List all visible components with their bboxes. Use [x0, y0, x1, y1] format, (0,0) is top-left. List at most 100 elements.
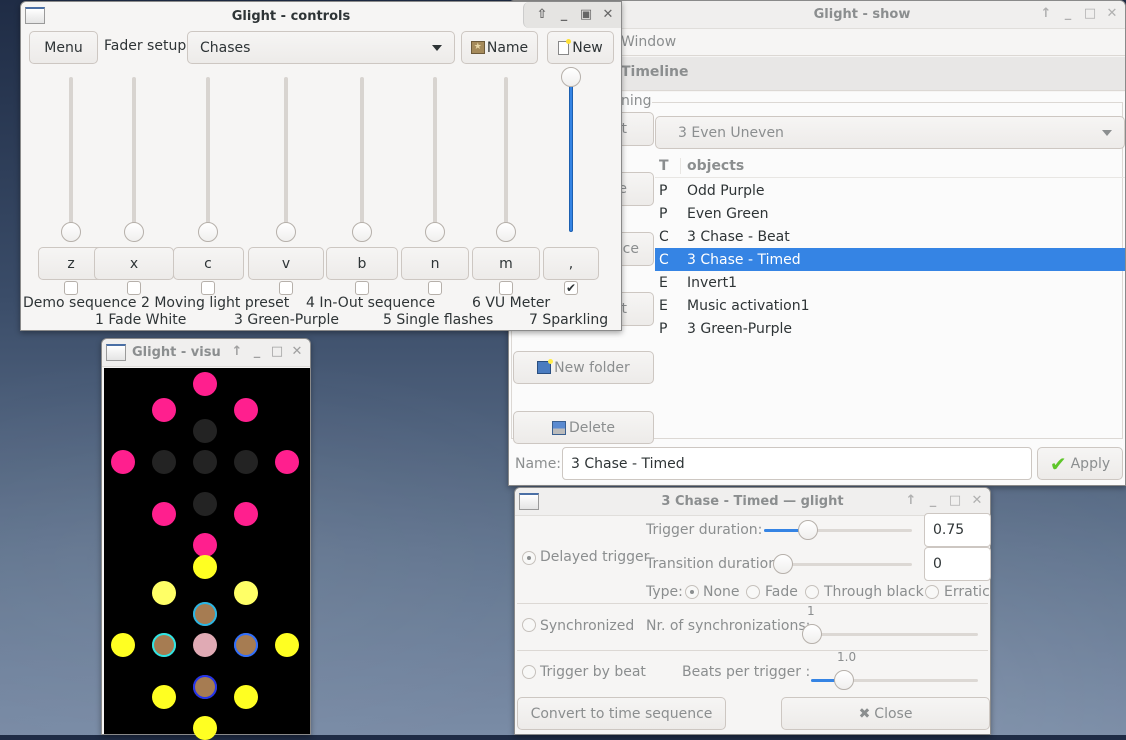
fader-track[interactable] [569, 77, 573, 232]
close-icon[interactable]: ✕ [970, 493, 984, 508]
transition-duration-slider[interactable] [773, 554, 793, 574]
fader-checkbox[interactable] [127, 281, 141, 295]
list-item[interactable]: E Music activation1 [655, 294, 1125, 317]
fader-track[interactable] [284, 77, 288, 232]
close-icon[interactable]: ✕ [290, 344, 304, 359]
fader-label-top-3: 6 VU Meter [472, 295, 551, 311]
new-folder-button[interactable]: New folder [513, 351, 654, 384]
list-item[interactable]: P Odd Purple [655, 179, 1125, 202]
column-objects[interactable]: objects [681, 158, 744, 174]
fader-track[interactable] [69, 77, 73, 232]
fader-knob[interactable] [425, 222, 445, 242]
list-item[interactable]: P 3 Green-Purple [655, 317, 1125, 340]
fader-checkbox[interactable] [428, 281, 442, 295]
visu-titlebar[interactable]: Glight - visu ↑ _ □ ✕ [102, 339, 310, 367]
fader-key-button[interactable]: x [94, 247, 174, 280]
trigger-duration-slider[interactable] [798, 520, 819, 540]
fader-knob[interactable] [124, 222, 144, 242]
fader-track[interactable] [360, 77, 364, 232]
maximize-icon[interactable]: ▣ [579, 7, 593, 22]
minimize-icon[interactable]: _ [557, 7, 571, 22]
close-icon[interactable]: ✕ [601, 7, 615, 22]
type-through-black-radio[interactable] [805, 585, 819, 599]
fader-checkbox[interactable]: ✔ [564, 281, 578, 295]
tab-timeline[interactable]: Timeline [621, 64, 689, 80]
close-icon[interactable]: ✕ [1105, 6, 1119, 21]
fader-checkbox[interactable] [201, 281, 215, 295]
fixture-lamp [152, 581, 176, 605]
list-item[interactable]: E Invert1 [655, 271, 1125, 294]
fader-key-button[interactable]: , [543, 247, 599, 280]
trigger-by-beat-radio[interactable] [522, 665, 536, 679]
keep-above-icon[interactable]: ⇧ [535, 7, 549, 22]
keep-above-icon[interactable]: ↑ [230, 344, 244, 359]
maximize-icon[interactable]: □ [270, 344, 284, 359]
fader-key-button[interactable]: v [248, 247, 324, 280]
minimize-icon[interactable]: _ [926, 493, 940, 508]
delayed-trigger-radio[interactable] [522, 551, 536, 565]
transition-duration-track[interactable] [783, 563, 912, 566]
maximize-icon[interactable]: □ [1083, 6, 1097, 21]
synchronized-radio[interactable] [522, 618, 536, 632]
visu-canvas[interactable] [104, 368, 310, 740]
fader-track[interactable] [206, 77, 210, 232]
fader-knob[interactable] [276, 222, 296, 242]
fixture-lamp [152, 502, 176, 526]
object-name: Even Green [687, 205, 769, 222]
name-button[interactable]: ★ Name [461, 31, 538, 64]
apply-button[interactable]: ✔ Apply [1037, 447, 1123, 480]
type-fade-radio[interactable] [746, 585, 760, 599]
minimize-icon[interactable]: _ [250, 344, 264, 359]
close-button[interactable]: ✖ Close [781, 697, 990, 730]
keep-above-icon[interactable]: ↑ [904, 493, 918, 508]
chase-title: 3 Chase - Timed — glight [661, 494, 844, 509]
delete-button[interactable]: Delete [513, 411, 654, 444]
trigger-duration-input[interactable]: 0.75 [924, 513, 991, 547]
list-item[interactable]: C 3 Chase - Timed [655, 248, 1125, 271]
fader-track[interactable] [132, 77, 136, 232]
fixture-lamp [234, 502, 258, 526]
chase-titlebar[interactable]: 3 Chase - Timed — glight ↑ _ □ ✕ [515, 488, 990, 516]
convert-to-time-sequence-button[interactable]: Convert to time sequence [517, 697, 726, 730]
controls-title: Glight - controls [231, 8, 351, 24]
fader-knob[interactable] [496, 222, 516, 242]
beats-per-trigger-slider[interactable] [834, 670, 855, 690]
type-none-radio[interactable] [685, 585, 699, 599]
fader-key-button[interactable]: b [326, 247, 398, 280]
new-button[interactable]: New [547, 31, 614, 64]
fader-knob[interactable] [352, 222, 372, 242]
new-document-icon [558, 38, 572, 55]
menu-button[interactable]: Menu [29, 31, 98, 64]
nr-sync-track[interactable] [815, 633, 978, 636]
list-item[interactable]: C 3 Chase - Beat [655, 225, 1125, 248]
menu-window[interactable]: Window [621, 34, 676, 50]
fader-checkbox[interactable] [355, 281, 369, 295]
objects-list[interactable]: T objects P Odd Purple P Even Green C 3 Chase… [655, 154, 1125, 339]
fader-label-bottom-1: 3 Green-Purple [234, 312, 340, 328]
list-item[interactable]: P Even Green [655, 202, 1125, 225]
minimize-icon[interactable]: _ [1061, 6, 1075, 21]
fixture-lamp [193, 716, 217, 740]
fader-key-button[interactable]: n [401, 247, 469, 280]
fixture-lamp [234, 685, 258, 709]
folder-combo[interactable]: 3 Even Uneven [655, 116, 1125, 149]
fader-checkbox[interactable] [279, 281, 293, 295]
nr-sync-slider[interactable] [802, 624, 822, 644]
type-erratic-radio[interactable] [925, 585, 939, 599]
controls-titlebar[interactable]: Glight - controls ⇧ _ ▣ ✕ [21, 2, 621, 30]
fader-knob[interactable] [61, 222, 81, 242]
fader-track[interactable] [433, 77, 437, 232]
fader-knob[interactable] [198, 222, 218, 242]
fader-checkbox[interactable] [499, 281, 513, 295]
fader-knob[interactable] [561, 67, 581, 87]
fader-checkbox[interactable] [64, 281, 78, 295]
column-type[interactable]: T [655, 157, 681, 174]
fader-key-button[interactable]: m [472, 247, 540, 280]
keep-above-icon[interactable]: ↑ [1039, 6, 1053, 21]
maximize-icon[interactable]: □ [948, 493, 962, 508]
fader-setup-combo[interactable]: Chases [187, 31, 455, 64]
transition-duration-input[interactable]: 0 [924, 547, 991, 581]
fader-key-button[interactable]: c [172, 247, 244, 280]
name-input[interactable]: 3 Chase - Timed [562, 447, 1032, 480]
fader-track[interactable] [504, 77, 508, 232]
